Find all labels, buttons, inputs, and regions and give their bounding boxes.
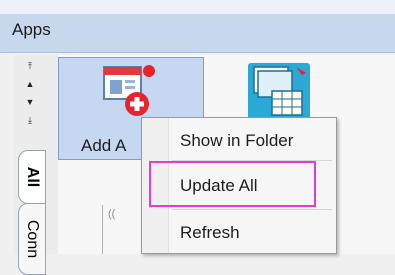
scroll-up-icon[interactable]: ▲	[22, 78, 38, 90]
tab-conn[interactable]: Conn	[18, 203, 46, 275]
scroll-last-icon[interactable]: ⤓	[22, 114, 38, 126]
title-strip	[0, 0, 395, 14]
menu-item-show-in-folder[interactable]: Show in Folder	[180, 131, 293, 151]
dock-divider	[102, 205, 103, 254]
app-grid-icon[interactable]	[246, 61, 314, 121]
highlight-annotation	[149, 161, 316, 207]
menu-separator	[172, 209, 332, 210]
menu-item-refresh[interactable]: Refresh	[180, 223, 240, 243]
add-app-icon	[103, 65, 155, 116]
scroll-first-icon[interactable]: ⤒	[22, 60, 38, 72]
tab-all[interactable]: All	[18, 150, 46, 204]
scroll-down-icon[interactable]: ▼	[22, 96, 38, 108]
apps-panel-header: Apps	[0, 0, 395, 53]
tab-all-label: All	[24, 166, 41, 188]
app-tile-label: Add A	[81, 136, 127, 155]
partial-icon: ((	[108, 208, 116, 220]
tab-conn-label: Conn	[24, 219, 41, 259]
panel-title: Apps	[12, 20, 51, 39]
